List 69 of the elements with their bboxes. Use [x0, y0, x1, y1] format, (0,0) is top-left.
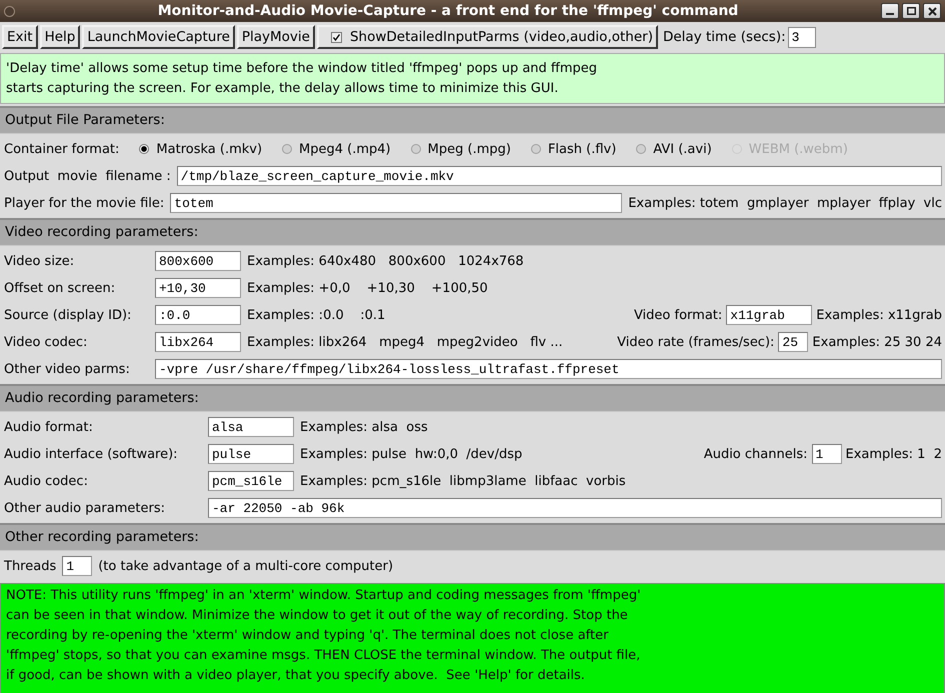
info-text: 'Delay time' allows some setup time before the window titled 'ffmpeg' pops up and ffmpeg starts capturing the screen. For example, the delay allows time to minimize this GUI. — [0, 53, 945, 104]
maximize-icon — [906, 7, 916, 15]
input-field[interactable]: 1 — [62, 556, 92, 576]
section-header: Output File Parameters: — [0, 106, 945, 134]
input-field[interactable]: pcm_s16le — [208, 471, 294, 491]
maximize-button[interactable] — [902, 3, 920, 19]
field-label: Audio channels: — [704, 446, 808, 462]
input-field[interactable]: 1 — [812, 444, 842, 464]
examples-text: Examples: alsa oss — [300, 420, 428, 434]
examples-text: Examples: totem gmplayer mplayer ffplay vlc — [628, 196, 942, 210]
field-label: Video format: — [634, 308, 722, 322]
input-field[interactable]: totem — [170, 193, 622, 213]
toolbar-button[interactable]: Exit — [2, 25, 38, 49]
input-field[interactable]: /tmp/blaze_screen_capture_movie.mkv — [176, 166, 942, 186]
radio-option[interactable]: Mpeg (.mpg) — [410, 142, 511, 156]
radio-option[interactable]: Matroska (.mkv) — [139, 142, 262, 156]
input-field[interactable]: 25 — [778, 332, 808, 352]
input-field[interactable]: -vpre /usr/share/ffmpeg/libx264-lossless_ultrafast.ffpreset — [155, 359, 942, 379]
field-label: Video codec: — [4, 334, 88, 350]
field-label: Offset on screen: — [4, 280, 116, 296]
radio-option[interactable]: Mpeg4 (.mp4) — [282, 142, 391, 156]
examples-text: Examples: 640x480 800x600 1024x768 — [247, 254, 524, 268]
input-field[interactable]: +10,30 — [155, 278, 241, 298]
minimize-icon — [886, 13, 894, 15]
close-button[interactable] — [923, 3, 941, 19]
field-label: Output movie filename : — [4, 168, 171, 184]
delay-label: Delay time (secs): — [662, 29, 786, 45]
examples-text: Examples: +0,0 +10,30 +100,50 — [247, 280, 488, 296]
toolbar-button[interactable]: LaunchMovieCapture — [82, 25, 235, 49]
input-field[interactable]: -ar 22050 -ab 96k — [208, 498, 942, 518]
field-label: Video rate (frames/sec): — [617, 334, 774, 350]
examples-text: Examples: 1 2 — [846, 446, 942, 462]
field-label: Audio codec: — [4, 474, 89, 488]
section-header: Other recording parameters: — [0, 523, 945, 551]
window-title: Monitor-and-Audio Movie-Capture - a front end for the 'ffmpeg' command — [156, 3, 740, 19]
toolbar-button[interactable]: PlayMovie — [236, 25, 315, 49]
field-label: Threads — [4, 558, 56, 574]
radio-option[interactable]: Flash (.flv) — [530, 142, 616, 156]
minimize-button[interactable] — [881, 3, 899, 19]
field-label: Audio interface (software): — [4, 446, 179, 462]
input-field[interactable]: libx264 — [155, 332, 241, 352]
section-header: Audio recording parameters: — [0, 384, 945, 412]
input-field[interactable]: alsa — [208, 417, 294, 437]
note-text: NOTE: This utility runs 'ffmpeg' in an 'xterm' window. Startup and coding messages from 'ffmpeg' can be seen in that window. Minimize the window to get it out of the way of recording. Stop the recording by re-opening the 'xterm' window and typing 'q'. The terminal does not close after 'ffmpeg' stops, so that you can examine msgs. THEN CLOSE the terminal window. The output file, if good, can be shown with a video player, that you specify above. See 'Help' for details. — [0, 583, 945, 693]
window-menu-icon[interactable] — [4, 6, 15, 16]
examples-text: Examples: pcm_s16le libmp3lame libfaac vorbis — [300, 474, 626, 488]
field-label: Other audio parameters: — [4, 500, 166, 516]
radio-option[interactable]: AVI (.avi) — [636, 142, 712, 156]
checkbox-toggle[interactable]: ShowDetailedInputParms (video,audio,other) — [316, 25, 658, 49]
examples-text: Examples: pulse hw:0,0 /dev/dsp — [300, 446, 522, 462]
examples-text: Examples: :0.0 :0.1 — [247, 308, 386, 322]
field-label: Video size: — [4, 254, 76, 268]
delay-field[interactable]: 3 — [788, 26, 816, 48]
examples-text: Examples: 25 30 24 — [812, 334, 942, 350]
field-label: Source (display ID): — [4, 308, 132, 322]
examples-text: Examples: libx264 mpeg4 mpeg2video flv ... — [247, 334, 563, 350]
examples-text: (to take advantage of a multi-core computer) — [98, 558, 394, 574]
field-label: Player for the movie file: — [4, 196, 164, 210]
field-label: Container format: — [4, 142, 120, 156]
examples-text: Examples: x11grab — [816, 308, 942, 322]
input-field[interactable]: 800x600 — [155, 251, 241, 271]
close-icon — [928, 6, 936, 16]
toolbar-button[interactable]: Help — [40, 25, 80, 49]
section-header: Video recording parameters: — [0, 218, 945, 246]
field-label: Other video parms: — [4, 362, 131, 376]
input-field[interactable]: :0.0 — [155, 305, 241, 325]
input-field[interactable]: x11grab — [726, 305, 812, 325]
field-label: Audio format: — [4, 420, 94, 434]
input-field[interactable]: pulse — [208, 444, 294, 464]
